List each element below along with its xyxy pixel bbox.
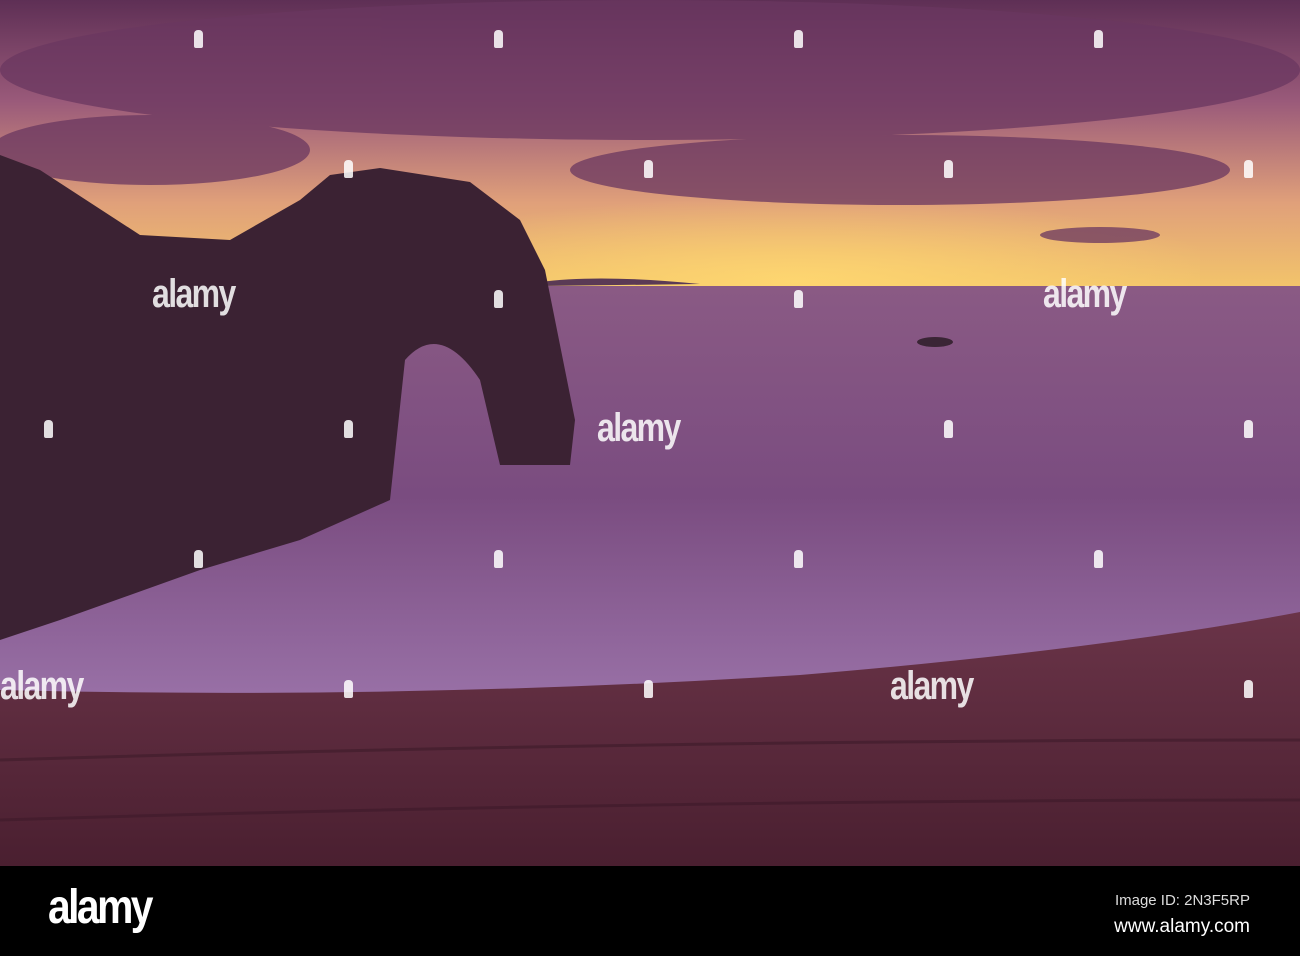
watermark-pin-icon: [644, 160, 653, 178]
watermark-pin-icon: [194, 30, 203, 48]
watermark-pin-icon: [794, 550, 803, 568]
watermark-pin-icon: [1244, 680, 1253, 698]
watermark: alamy: [152, 272, 236, 316]
watermark-pin-icon: [494, 30, 503, 48]
watermark-pin-icon: [1094, 30, 1103, 48]
watermark-pin-icon: [344, 680, 353, 698]
watermark-pin-icon: [944, 160, 953, 178]
watermark-pin-icon: [344, 160, 353, 178]
watermark: alamy: [0, 664, 84, 708]
alamy-logo: alamy: [48, 881, 153, 934]
watermark: alamy: [597, 406, 681, 450]
watermark: alamy: [1043, 272, 1127, 316]
watermark-pin-icon: [344, 420, 353, 438]
watermark-pin-icon: [794, 290, 803, 308]
watermark-pin-icon: [644, 680, 653, 698]
image-id: Image ID: 2N3F5RP: [1114, 892, 1250, 909]
watermark-pin-icon: [44, 420, 53, 438]
watermark-pin-icon: [494, 290, 503, 308]
watermark-pin-icon: [1244, 160, 1253, 178]
watermark: alamy: [890, 664, 974, 708]
watermark-pin-icon: [794, 30, 803, 48]
watermark-pin-icon: [194, 550, 203, 568]
sea-rock: [917, 337, 953, 347]
website-link[interactable]: www.alamy.com: [1114, 916, 1250, 938]
watermark-pin-icon: [494, 550, 503, 568]
footer-bar: alamy Image ID: 2N3F5RP www.alamy.com: [0, 866, 1300, 956]
watermark-pin-icon: [1094, 550, 1103, 568]
stock-photo: alamy alamy alamy alamy alamy alamy Imag…: [0, 0, 1300, 956]
watermark-pin-icon: [944, 420, 953, 438]
watermark-pin-icon: [1244, 420, 1253, 438]
